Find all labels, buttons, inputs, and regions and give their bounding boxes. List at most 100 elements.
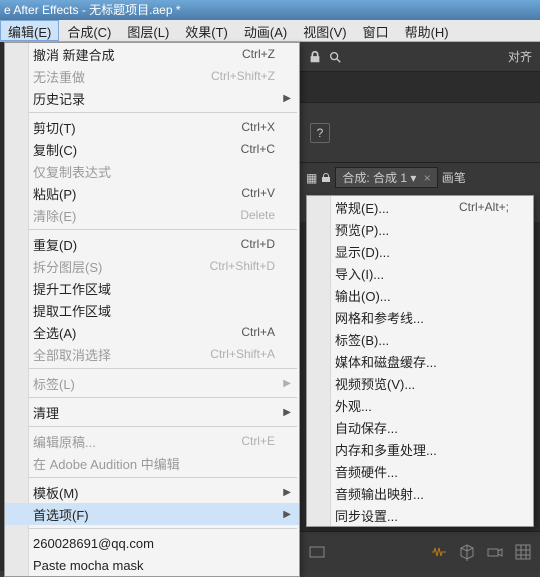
menu-separator <box>7 397 297 398</box>
menu-item-label: 提取工作区域 <box>33 301 275 320</box>
pref-menu-item[interactable]: 导入(I)... <box>307 262 533 284</box>
pref-menu-item[interactable]: 音频输出映射... <box>307 482 533 504</box>
menu-item-label: 视频预览(V)... <box>335 374 509 393</box>
menu-item-label: 标签(L) <box>33 374 275 393</box>
pref-menu-item[interactable]: 输出(O)... <box>307 284 533 306</box>
chevron-down-icon[interactable]: ▾ <box>410 171 416 185</box>
menu-separator <box>7 528 297 529</box>
menu-item-label: 编辑原稿... <box>33 432 241 451</box>
edit-menu-item[interactable]: 全选(A)Ctrl+A <box>5 321 299 343</box>
brush-tab[interactable]: 画笔 <box>442 169 466 186</box>
menu-item-shortcut: Ctrl+Z <box>242 47 275 61</box>
menu-item-label: 拆分图层(S) <box>33 257 210 276</box>
chevron-right-icon: ▶ <box>283 378 291 389</box>
menu-item-label: 全部取消选择 <box>33 345 210 364</box>
pref-menu-item[interactable]: 网格和参考线... <box>307 306 533 328</box>
lock-icon <box>321 173 331 183</box>
menu-item-label: 模板(M) <box>33 483 275 502</box>
menu-item-label: 在 Adobe Audition 中编辑 <box>33 454 275 473</box>
edit-menu-item: 清除(E)Delete <box>5 204 299 226</box>
edit-menu-item[interactable]: 粘贴(P)Ctrl+V <box>5 182 299 204</box>
pref-menu-item[interactable]: 内存和多重处理... <box>307 438 533 460</box>
pref-menu-item[interactable]: 媒体和磁盘缓存... <box>307 350 533 372</box>
menu-item-shortcut: Ctrl+V <box>241 186 275 200</box>
menu-item-label: 自动保存... <box>335 418 509 437</box>
menu-separator <box>7 112 297 113</box>
menu-bar: 编辑(E) 合成(C) 图层(L) 效果(T) 动画(A) 视图(V) 窗口 帮… <box>0 20 540 42</box>
menu-item-label: 常规(E)... <box>335 198 459 217</box>
menu-item-label: 仅复制表达式 <box>33 162 275 181</box>
menu-item-label: 内存和多重处理... <box>335 440 509 459</box>
help-icon[interactable]: ? <box>310 123 330 143</box>
pref-menu-item[interactable]: 常规(E)...Ctrl+Alt+; <box>307 196 533 218</box>
edit-menu-item[interactable]: 提升工作区域 <box>5 277 299 299</box>
pref-menu-item[interactable]: 视频预览(V)... <box>307 372 533 394</box>
menu-effect[interactable]: 效果(T) <box>177 20 236 41</box>
menu-item-label: 剪切(T) <box>33 118 241 137</box>
pref-menu-item[interactable]: 预览(P)... <box>307 218 533 240</box>
menu-separator <box>7 426 297 427</box>
menu-item-label: 同步设置... <box>335 506 509 525</box>
menu-composition[interactable]: 合成(C) <box>59 20 119 41</box>
menu-item-label: 粘贴(P) <box>33 184 241 203</box>
edit-menu-item[interactable]: 首选项(F)▶ <box>5 503 299 525</box>
close-icon[interactable]: × <box>424 171 431 185</box>
menu-layer[interactable]: 图层(L) <box>119 20 177 41</box>
edit-menu-item: 标签(L) ▶ <box>5 372 299 394</box>
edit-menu-item[interactable]: 重复(D)Ctrl+D <box>5 233 299 255</box>
chevron-right-icon: ▶ <box>283 487 291 498</box>
comp-tab[interactable]: 合成: 合成 1 ▾ × <box>335 167 437 188</box>
menu-item-label: 撤消 新建合成 <box>33 45 242 64</box>
menu-item-shortcut: Ctrl+Shift+D <box>210 259 275 273</box>
info-panel: ? <box>300 102 540 162</box>
edit-menu-item[interactable]: 撤消 新建合成Ctrl+Z <box>5 43 299 65</box>
edit-menu-dropdown: 撤消 新建合成Ctrl+Z无法重做Ctrl+Shift+Z历史记录▶剪切(T)C… <box>4 42 300 577</box>
panel-menu-icon[interactable]: ▦ <box>306 171 317 185</box>
chevron-right-icon: ▶ <box>283 93 291 104</box>
menu-item-label: 260028691@qq.com <box>33 536 275 551</box>
menu-separator <box>7 229 297 230</box>
menu-item-label: 历史记录 <box>33 89 275 108</box>
window-title-bar: e After Effects - 无标题项目.aep * <box>0 0 540 20</box>
menu-separator <box>7 477 297 478</box>
edit-menu-item[interactable]: 剪切(T)Ctrl+X <box>5 116 299 138</box>
menu-item-shortcut: Ctrl+Shift+A <box>210 347 275 361</box>
menu-item-label: 无法重做 <box>33 67 211 86</box>
edit-menu-item[interactable]: 260028691@qq.com <box>5 532 299 554</box>
menu-item-shortcut: Ctrl+C <box>241 142 275 156</box>
cube-icon[interactable] <box>458 543 476 561</box>
edit-menu-item: 拆分图层(S)Ctrl+Shift+D <box>5 255 299 277</box>
menu-item-label: 清理 <box>33 403 275 422</box>
edit-menu-item[interactable]: 历史记录 ▶ <box>5 87 299 109</box>
rectangle-icon[interactable] <box>308 543 326 561</box>
search-icon[interactable] <box>328 50 342 64</box>
camera-icon[interactable] <box>486 543 504 561</box>
pref-menu-item[interactable]: 标签(B)... <box>307 328 533 350</box>
edit-menu-item[interactable]: 复制(C)Ctrl+C <box>5 138 299 160</box>
pref-menu-item[interactable]: 音频硬件... <box>307 460 533 482</box>
lock-icon <box>308 50 322 64</box>
pref-menu-item[interactable]: 同步设置... <box>307 504 533 526</box>
grid-icon[interactable] <box>514 543 532 561</box>
edit-menu-item[interactable]: 清理▶ <box>5 401 299 423</box>
menu-window[interactable]: 窗口 <box>355 20 397 41</box>
edit-menu-item[interactable]: 提取工作区域 <box>5 299 299 321</box>
menu-help[interactable]: 帮助(H) <box>397 20 457 41</box>
menu-edit[interactable]: 编辑(E) <box>0 20 59 41</box>
menu-view[interactable]: 视图(V) <box>295 20 354 41</box>
menu-item-label: 标签(B)... <box>335 330 509 349</box>
edit-menu-item: 在 Adobe Audition 中编辑 <box>5 452 299 474</box>
menu-item-label: 首选项(F) <box>33 505 275 524</box>
pref-menu-item[interactable]: 显示(D)... <box>307 240 533 262</box>
edit-menu-item[interactable]: Paste mocha mask <box>5 554 299 576</box>
menu-item-label: 音频输出映射... <box>335 484 509 503</box>
menu-item-shortcut: Ctrl+A <box>241 325 275 339</box>
edit-menu-item[interactable]: 模板(M) ▶ <box>5 481 299 503</box>
menu-item-label: 媒体和磁盘缓存... <box>335 352 509 371</box>
pref-menu-item[interactable]: 自动保存... <box>307 416 533 438</box>
menu-item-shortcut: Ctrl+X <box>241 120 275 134</box>
waveform-icon[interactable] <box>430 543 448 561</box>
pref-menu-item[interactable]: 外观... <box>307 394 533 416</box>
menu-item-label: 复制(C) <box>33 140 241 159</box>
menu-animation[interactable]: 动画(A) <box>236 20 295 41</box>
